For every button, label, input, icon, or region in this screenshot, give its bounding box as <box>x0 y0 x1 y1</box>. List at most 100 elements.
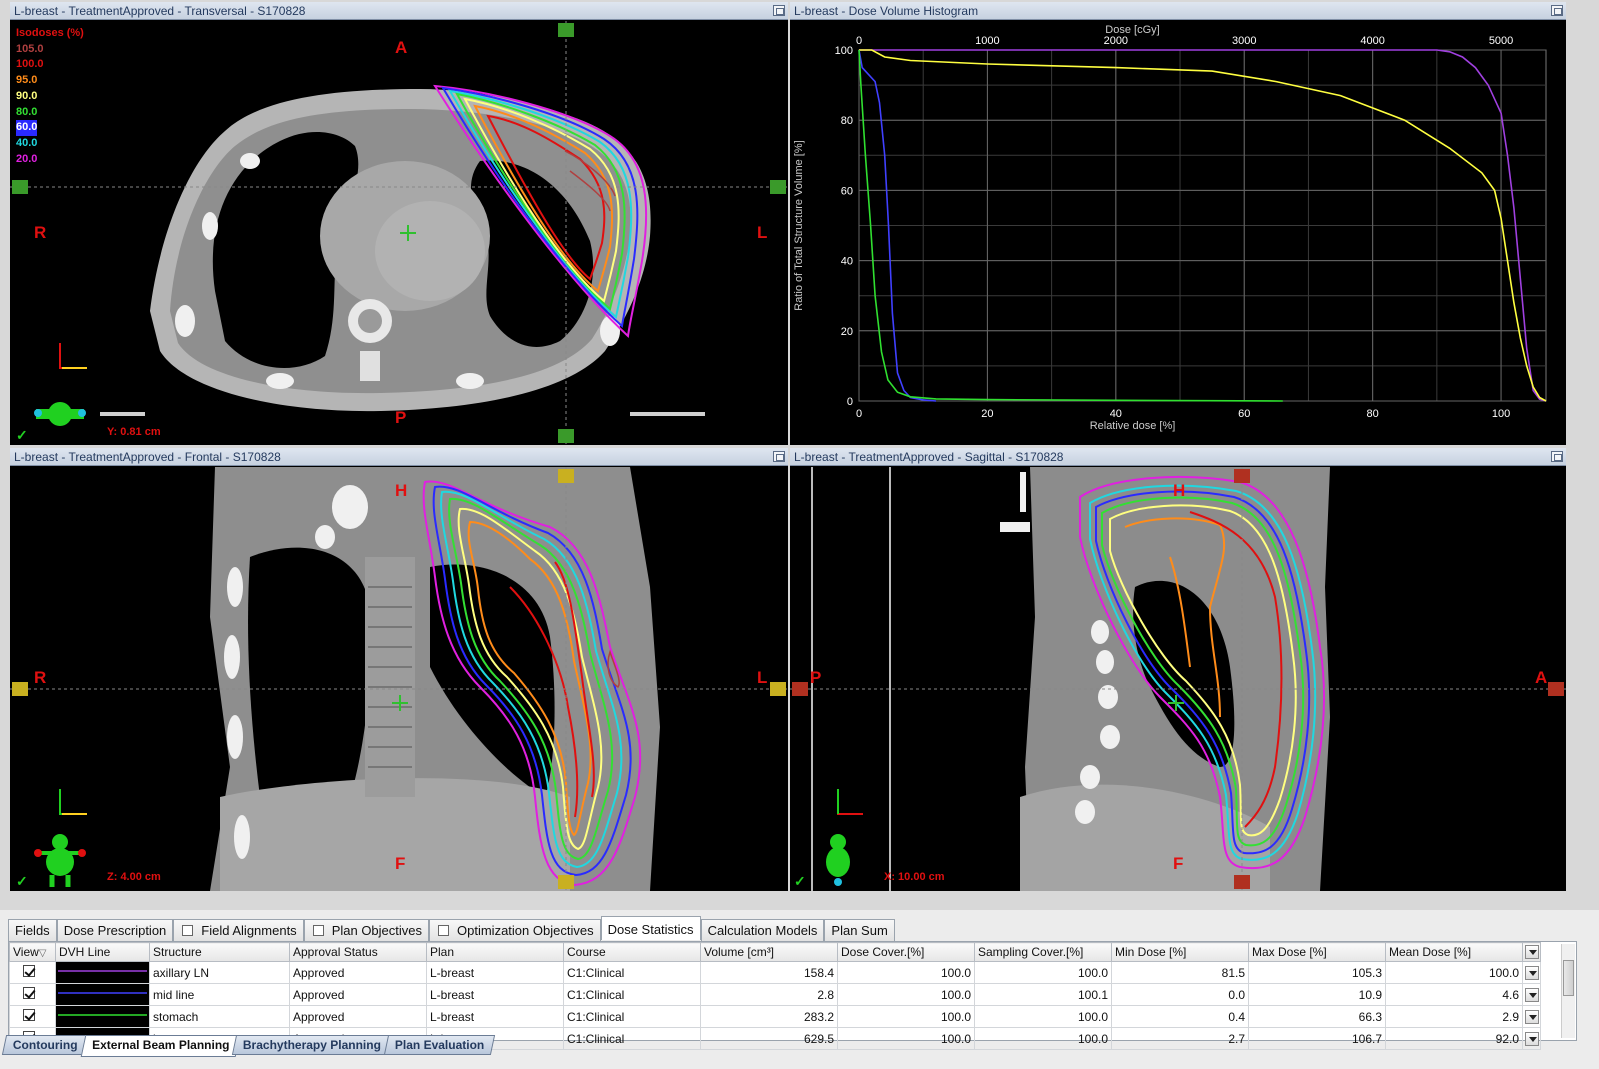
view-checkbox-cell[interactable] <box>9 1005 56 1028</box>
tab-dose-prescription[interactable]: Dose Prescription <box>56 919 174 941</box>
view-checkbox-cell[interactable] <box>9 961 56 984</box>
frontal-view[interactable]: L-breast - TreatmentApproved - Frontal -… <box>10 448 788 891</box>
column-header-plan[interactable]: Plan <box>426 942 564 962</box>
maximize-icon[interactable] <box>773 5 785 16</box>
cell-volume: 283.2 <box>700 1005 838 1028</box>
column-header-view[interactable]: View▽ <box>9 942 56 962</box>
column-chooser-button[interactable] <box>1522 942 1541 962</box>
bottom-panel: Fields Dose Prescription Field Alignment… <box>0 910 1599 1069</box>
frontal-image[interactable]: H F R L Z: 4.00 cm ✓ <box>10 467 788 891</box>
column-header-dose-cover[interactable]: Dose Cover.[%] <box>837 942 975 962</box>
maximize-icon[interactable] <box>1551 451 1563 462</box>
workspace-tab-brachytherapy-planning[interactable]: Brachytherapy Planning <box>231 1035 393 1055</box>
y-tick-label: 20 <box>841 326 853 338</box>
tab-checkbox[interactable] <box>438 925 450 936</box>
cell-volume: 2.8 <box>700 983 838 1006</box>
transversal-image[interactable]: Isodoses (%) 105.0 100.0 95.0 90.0 80.0 … <box>10 21 788 445</box>
cell-mean-dose: 2.9 <box>1385 1005 1523 1028</box>
view-checkbox[interactable] <box>23 965 35 977</box>
x2-axis-label: Dose [cGy] <box>1105 24 1159 36</box>
dvh-chart[interactable]: 0 20 40 60 80 1000204060801000 1000 2000 3000 400… <box>790 21 1566 445</box>
column-header-min-dose[interactable]: Min Dose [%] <box>1111 942 1249 962</box>
cell-plan: L-breast <box>426 961 564 984</box>
dropdown-icon[interactable] <box>1524 945 1539 960</box>
workspace-tab-contouring[interactable]: Contouring <box>1 1035 89 1055</box>
dropdown-icon[interactable] <box>1524 987 1539 1002</box>
tab-optimization-objectives[interactable]: Optimization Objectives <box>429 919 601 941</box>
column-header-approval-status[interactable]: Approval Status <box>289 942 427 962</box>
dvh-line-sample <box>58 992 147 994</box>
maximize-icon[interactable] <box>773 451 785 462</box>
row-dropdown-cell[interactable] <box>1522 961 1541 984</box>
view-checkbox-cell[interactable] <box>9 983 56 1006</box>
x-tick-label: 40 <box>1110 408 1122 420</box>
transversal-view[interactable]: L-breast - TreatmentApproved - Transvers… <box>10 2 788 445</box>
cell-course: C1:Clinical <box>563 961 701 984</box>
orientation-bottom: F <box>395 854 406 873</box>
cell-course: C1:Clinical <box>563 1027 701 1050</box>
isodose-level-80: 80.0 <box>16 105 38 118</box>
view-checkbox[interactable] <box>23 987 35 999</box>
dropdown-icon[interactable] <box>1524 1031 1539 1046</box>
dvh-view[interactable]: L-breast - Dose Volume Histogram 0 20 40 60… <box>790 2 1566 445</box>
dvh-line-swatch <box>55 961 150 984</box>
isodose-level-95: 95.0 <box>16 74 38 87</box>
tab-plan-objectives[interactable]: Plan Objectives <box>303 919 430 941</box>
row-dropdown-cell[interactable] <box>1522 1005 1541 1028</box>
tab-calculation-models[interactable]: Calculation Models <box>700 919 825 941</box>
slice-coordinate: Z: 4.00 cm <box>107 871 161 883</box>
tab-label: Plan Objectives <box>331 923 423 938</box>
tab-label: Field Alignments <box>201 923 297 938</box>
sagittal-view[interactable]: L-breast - TreatmentApproved - Sagittal … <box>790 448 1566 891</box>
cell-min-dose: 0.0 <box>1111 983 1249 1006</box>
tab-field-alignments[interactable]: Field Alignments <box>173 919 304 941</box>
tab-label: Optimization Objectives <box>457 923 594 938</box>
tab-plan-sum[interactable]: Plan Sum <box>824 919 895 941</box>
workspace-tab-external-beam-planning[interactable]: External Beam Planning <box>80 1035 241 1057</box>
isodose-level-40: 40.0 <box>16 136 38 149</box>
row-dropdown-cell[interactable] <box>1522 983 1541 1006</box>
table-row[interactable]: stomach Approved L-breast C1:Clinical 283.2 1… <box>9 1005 1541 1028</box>
tab-bar: Fields Dose Prescription Field Alignment… <box>8 916 895 941</box>
table-scrollbar[interactable] <box>1561 944 1575 1038</box>
workspace-tab-label: Plan Evaluation <box>394 1038 485 1052</box>
table-row[interactable]: axillary LN Approved L-breast C1:Clinical 15… <box>9 961 1541 984</box>
workspace-tab-label: Brachytherapy Planning <box>242 1038 381 1052</box>
y-tick-label: 0 <box>847 396 853 408</box>
orientation-left: R <box>34 668 47 687</box>
tab-checkbox[interactable] <box>182 925 194 936</box>
cell-min-dose: 0.4 <box>1111 1005 1249 1028</box>
column-header-volume[interactable]: Volume [cm³] <box>700 942 838 962</box>
y-tick-label: 80 <box>841 115 853 127</box>
tab-dose-statistics[interactable]: Dose Statistics <box>600 916 701 940</box>
column-header-structure[interactable]: Structure <box>149 942 290 962</box>
table-row[interactable]: mid line Approved L-breast C1:Clinical 2.8 10… <box>9 983 1541 1006</box>
tab-fields[interactable]: Fields <box>8 919 57 941</box>
maximize-icon[interactable] <box>1551 5 1563 16</box>
dropdown-icon[interactable] <box>1524 1009 1539 1024</box>
cell-dose-cover: 100.0 <box>837 961 975 984</box>
view-checkbox[interactable] <box>23 1009 35 1021</box>
y-axis-label: Ratio of Total Structure Volume [%] <box>793 140 805 310</box>
workspace-tab-plan-evaluation[interactable]: Plan Evaluation <box>383 1035 496 1055</box>
isodose-level-90: 90.0 <box>16 89 38 102</box>
dvh-chart-area[interactable]: 0 20 40 60 80 100 0 20 40 60 80 100 0 1000 2000 3000 400… <box>790 21 1566 445</box>
column-header-sampling-cover[interactable]: Sampling Cover.[%] <box>974 942 1112 962</box>
scrollbar-thumb[interactable] <box>1563 960 1574 996</box>
column-header-mean-dose[interactable]: Mean Dose [%] <box>1385 942 1523 962</box>
sagittal-image[interactable]: H F P A X: 10.00 cm ✓ <box>790 467 1566 891</box>
column-header-dvh-line[interactable]: DVH Line <box>55 942 150 962</box>
isodose-level-100: 100.0 <box>16 58 44 71</box>
row-dropdown-cell[interactable] <box>1522 1027 1541 1050</box>
tab-checkbox[interactable] <box>312 925 324 936</box>
dvh-line-sample <box>58 1014 147 1016</box>
column-header-max-dose[interactable]: Max Dose [%] <box>1248 942 1386 962</box>
cell-volume: 158.4 <box>700 961 838 984</box>
dropdown-icon[interactable] <box>1524 965 1539 980</box>
check-icon: ✓ <box>794 873 806 889</box>
column-header-course[interactable]: Course <box>563 942 701 962</box>
cell-sampling-cover: 100.1 <box>974 983 1112 1006</box>
workspace-tab-label: Contouring <box>12 1038 78 1052</box>
cell-volume: 629.5 <box>700 1027 838 1050</box>
cell-min-dose: 2.7 <box>1111 1027 1249 1050</box>
